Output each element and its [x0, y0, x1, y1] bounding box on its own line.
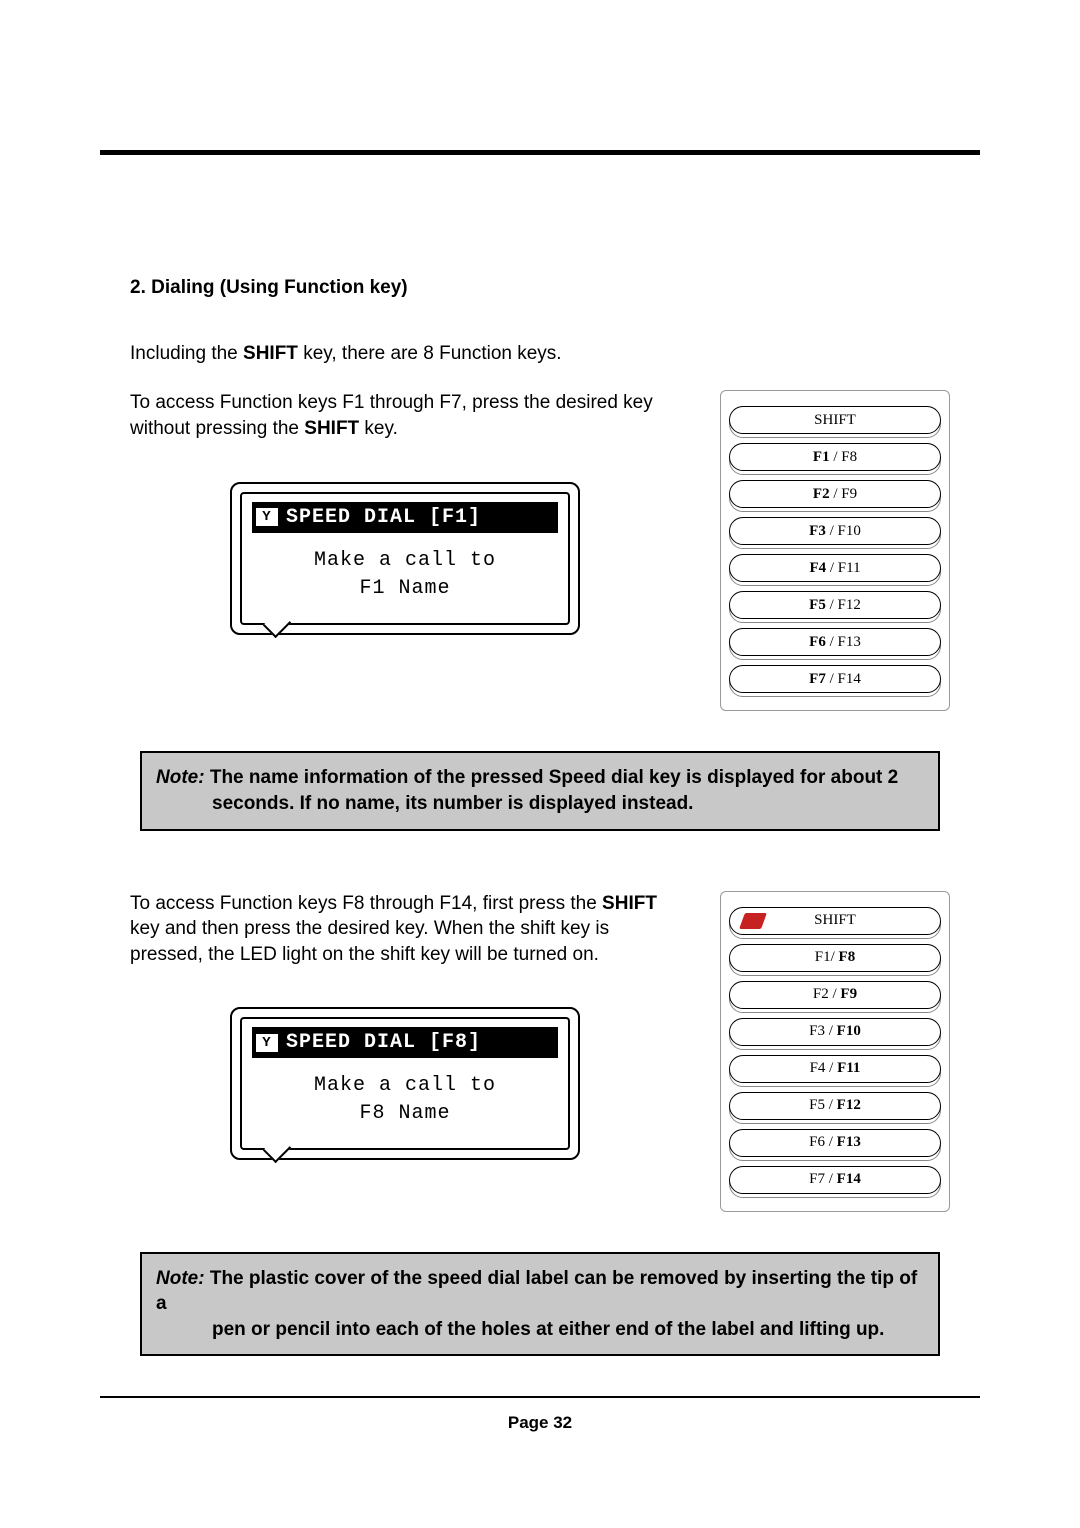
- lcd1-body: Make a call to F1 Name: [252, 533, 558, 609]
- note1-line2: seconds. If no name, its number is displ…: [156, 791, 924, 817]
- p1b: SHIFT: [243, 343, 298, 364]
- paragraph-intro: Including the SHIFT key, there are 8 Fun…: [130, 341, 950, 367]
- lcd2-titlebar: Y SPEED DIAL [F8]: [252, 1027, 558, 1058]
- led-red-icon: [739, 913, 767, 929]
- f3-key: F3 / F10: [729, 517, 941, 547]
- f7-key: F7 / F14: [729, 665, 941, 695]
- section-heading: 2. Dialing (Using Function key): [130, 275, 950, 301]
- page: 2. Dialing (Using Function key) Includin…: [0, 0, 1080, 1505]
- lcd1-titlebar: Y SPEED DIAL [F1]: [252, 502, 558, 533]
- bottom-rule: [100, 1396, 980, 1398]
- note2-line2: pen or pencil into each of the holes at …: [156, 1317, 924, 1343]
- antenna-icon: Y: [256, 508, 278, 526]
- f14-key: F7 / F14: [729, 1166, 941, 1196]
- note1-label: Note:: [156, 767, 205, 788]
- lcd2-title: SPEED DIAL [F8]: [286, 1029, 481, 1056]
- f1-key: F1 / F8: [729, 443, 941, 473]
- page-number: Page 32: [508, 1413, 572, 1432]
- shift-label: SHIFT: [814, 410, 856, 430]
- shift-label-2: SHIFT: [814, 910, 856, 930]
- f6-key: F6 / F13: [729, 628, 941, 658]
- note1-line1: The name information of the pressed Spee…: [205, 767, 899, 788]
- top-rule: [100, 150, 980, 155]
- lcd-notch: [263, 1135, 291, 1163]
- col-left-1: To access Function keys F1 through F7, p…: [130, 390, 680, 644]
- p3c: key and then press the desired key. When…: [130, 918, 609, 965]
- shift-key: SHIFT: [729, 406, 941, 436]
- lcd1-line1: Make a call to: [252, 547, 558, 575]
- col-left-2: To access Function keys F8 through F14, …: [130, 891, 680, 1171]
- row-2: To access Function keys F8 through F14, …: [130, 891, 950, 1212]
- lcd-notch: [263, 609, 291, 637]
- page-footer: Page 32: [100, 1412, 980, 1465]
- shift-key-lit: SHIFT: [729, 907, 941, 937]
- lcd-2: Y SPEED DIAL [F8] Make a call to F8 Name: [230, 1007, 580, 1160]
- f8-key: F1/ F8: [729, 944, 941, 974]
- lcd1-line2: F1 Name: [252, 575, 558, 603]
- paragraph-f1-f7: To access Function keys F1 through F7, p…: [130, 390, 680, 441]
- paragraph-f8-f14: To access Function keys F8 through F14, …: [130, 891, 680, 968]
- antenna-icon: Y: [256, 1034, 278, 1052]
- p1c: key, there are 8 Function keys.: [298, 343, 562, 364]
- f12-key: F5 / F12: [729, 1092, 941, 1122]
- f10-key: F3 / F10: [729, 1018, 941, 1048]
- f4-key: F4 / F11: [729, 554, 941, 584]
- p3b: SHIFT: [602, 893, 657, 914]
- f2-key: F2 / F9: [729, 480, 941, 510]
- lcd2-body: Make a call to F8 Name: [252, 1058, 558, 1134]
- f13-key: F6 / F13: [729, 1129, 941, 1159]
- lcd2-line2: F8 Name: [252, 1100, 558, 1128]
- p2c: key.: [359, 418, 398, 439]
- f9-key: F2 / F9: [729, 981, 941, 1011]
- row-1: To access Function keys F1 through F7, p…: [130, 390, 950, 711]
- p2b: SHIFT: [304, 418, 359, 439]
- keypad-2: SHIFT F1/ F8 F2 / F9 F3 / F10: [720, 891, 950, 1212]
- p3a: To access Function keys F8 through F14, …: [130, 893, 602, 914]
- heading-text: 2. Dialing (Using Function key): [130, 277, 408, 298]
- note2-line1: The plastic cover of the speed dial labe…: [156, 1268, 917, 1315]
- p1a: Including the: [130, 343, 243, 364]
- keypad-1: SHIFT F1 / F8 F2 / F9 F3 / F10: [720, 390, 950, 711]
- note-box-2: Note: The plastic cover of the speed dia…: [140, 1252, 940, 1357]
- f5-key: F5 / F12: [729, 591, 941, 621]
- lcd1-title: SPEED DIAL [F1]: [286, 504, 481, 531]
- lcd2-line1: Make a call to: [252, 1072, 558, 1100]
- note2-label: Note:: [156, 1268, 205, 1289]
- note-box-1: Note: The name information of the presse…: [140, 751, 940, 830]
- lcd-1: Y SPEED DIAL [F1] Make a call to F1 Name: [230, 482, 580, 635]
- f11-key: F4 / F11: [729, 1055, 941, 1085]
